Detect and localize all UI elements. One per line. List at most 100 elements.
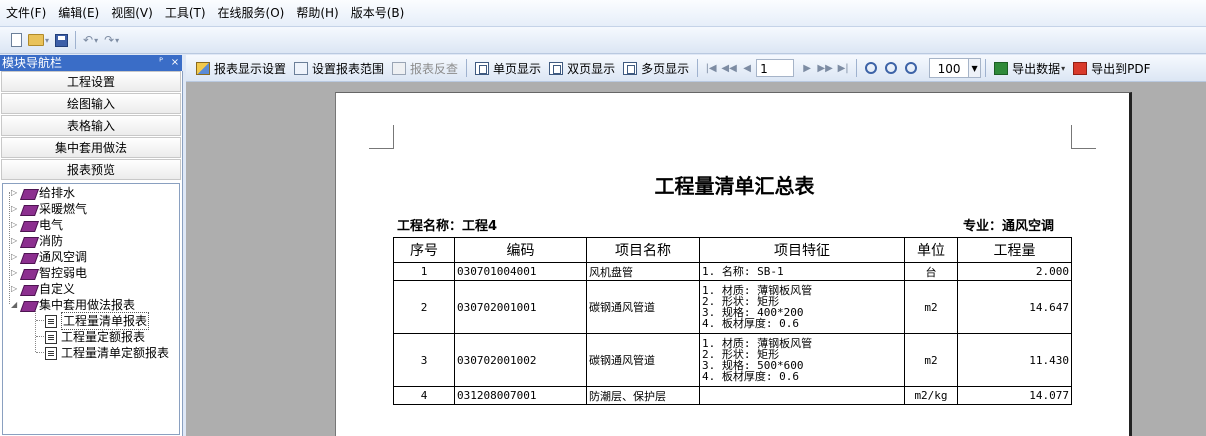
row-code: 030702001002 [454, 333, 587, 387]
column-header-code: 编码 [454, 237, 587, 263]
menu-tools[interactable]: 工具(T) [159, 0, 212, 26]
save-button[interactable] [52, 29, 71, 51]
tree-item-electrical[interactable]: ▷ 电气 [11, 217, 63, 233]
single-page-button[interactable]: 单页显示 [471, 57, 545, 79]
double-page-button[interactable]: 双页显示 [545, 57, 619, 79]
previous-page-fast-icon[interactable]: ◀◀ [720, 63, 738, 74]
toolbar-separator [466, 59, 468, 77]
nav-drawing-input-button[interactable]: 绘图输入 [1, 93, 181, 114]
tree-report-bill-quota-quantities[interactable]: 工程量清单定额报表 [45, 345, 169, 361]
toolbar-separator [985, 59, 987, 77]
tree-report-bill-of-quantities[interactable]: 工程量清单报表 [45, 312, 150, 330]
book-icon [21, 300, 36, 311]
zoom-out-icon[interactable] [885, 62, 898, 74]
tree-item-smart-weak-current[interactable]: ▷ 智控弱电 [11, 265, 87, 281]
book-icon [21, 284, 36, 295]
chevron-down-icon: ▾ [115, 35, 120, 45]
row-no: 3 [393, 333, 455, 387]
book-icon [21, 252, 36, 263]
page-number-input[interactable]: 1 [756, 59, 795, 77]
table-row: 4 031208007001 防潮层、保护层 m2/kg 14.077 [393, 386, 1072, 405]
book-icon [21, 204, 36, 215]
chevron-down-icon: ▾ [45, 35, 50, 45]
tree-item-hvac[interactable]: ▷ 通风空调 [11, 249, 87, 265]
report-tree: ▷ 给排水 ▷ 采暖燃气 ▷ 电气 ▷ 消防 ▷ 通风空调 ▷ 智控弱电 ▷ 自定义 ◢ 集中套… [2, 183, 180, 435]
book-icon [21, 268, 36, 279]
row-no: 1 [393, 262, 455, 281]
report-icon [45, 330, 57, 344]
export-pdf-button[interactable]: 导出到PDF [1069, 57, 1154, 79]
row-item-name: 风机盘管 [586, 262, 700, 281]
book-icon [21, 220, 36, 231]
menu-edit[interactable]: 编辑(E) [52, 0, 105, 26]
chevron-down-icon: ▾ [94, 35, 99, 45]
nav-table-input-button[interactable]: 表格输入 [1, 115, 181, 136]
nav-report-preview-button[interactable]: 报表预览 [1, 159, 181, 180]
redo-button[interactable]: ↷ ▾ [101, 29, 122, 51]
new-file-button[interactable] [8, 29, 25, 51]
nav-project-settings-button[interactable]: 工程设置 [1, 71, 181, 92]
row-quantity: 11.430 [957, 333, 1072, 387]
table-header-row: 序号 编码 项目名称 项目特征 单位 工程量 [393, 237, 1072, 263]
table-row: 1 030701004001 风机盘管 1. 名称: SB-1 台 2.000 [393, 262, 1072, 281]
report-reverse-lookup-button[interactable]: 报表反查 [388, 57, 462, 79]
column-header-item-name: 项目名称 [586, 237, 700, 263]
row-feature: 1. 材质: 薄钢板风管 2. 形状: 矩形 3. 规格: 500*600 4.… [699, 333, 905, 387]
export-data-button[interactable]: 导出数据 ▾ [990, 57, 1069, 79]
report-display-settings-button[interactable]: 报表显示设置 [192, 57, 290, 79]
multi-page-button[interactable]: 多页显示 [619, 57, 693, 79]
margin-mark [1071, 125, 1096, 149]
next-page-icon[interactable]: ▶ [798, 63, 816, 74]
row-code: 030702001001 [454, 280, 587, 334]
column-header-quantity: 工程量 [957, 237, 1072, 263]
tree-item-custom[interactable]: ▷ 自定义 [11, 281, 75, 297]
column-header-unit: 单位 [904, 237, 958, 263]
open-file-button[interactable]: ▾ [25, 29, 52, 51]
row-quantity: 2.000 [957, 262, 1072, 281]
tree-item-fire[interactable]: ▷ 消防 [11, 233, 63, 249]
pin-icon[interactable]: ᴾ [154, 55, 168, 71]
tree-item-batch-method-reports[interactable]: ◢ 集中套用做法报表 [11, 297, 135, 313]
column-header-no: 序号 [393, 237, 455, 263]
close-icon[interactable]: × [168, 55, 182, 71]
row-code: 030701004001 [454, 262, 587, 281]
range-icon [294, 61, 309, 75]
zoom-in-icon[interactable] [865, 62, 878, 74]
discipline: 专业：通风空调 [962, 219, 1054, 234]
zoom-fit-icon[interactable] [905, 62, 918, 74]
zoom-level-input[interactable]: 100 [929, 58, 970, 78]
main-toolbar: ▾ ↶ ▾ ↷ ▾ [0, 27, 1206, 54]
book-icon [21, 236, 36, 247]
previous-page-icon[interactable]: ◀ [738, 63, 756, 74]
first-page-icon[interactable]: |◀ [702, 63, 720, 74]
menu-bar: 文件(F) 编辑(E) 视图(V) 工具(T) 在线服务(O) 帮助(H) 版本… [0, 0, 1206, 27]
row-code: 031208007001 [454, 386, 587, 405]
new-file-icon [11, 33, 22, 47]
multi-page-icon [623, 61, 638, 75]
tree-item-heating-gas[interactable]: ▷ 采暖燃气 [11, 201, 87, 217]
menu-view[interactable]: 视图(V) [105, 0, 159, 26]
set-report-range-button[interactable]: 设置报表范围 [290, 57, 388, 79]
nav-batch-method-button[interactable]: 集中套用做法 [1, 137, 181, 158]
menu-version[interactable]: 版本号(B) [345, 0, 411, 26]
project-name: 工程名称：工程4 [397, 219, 498, 234]
save-icon [55, 33, 69, 47]
tree-report-quota-quantities[interactable]: 工程量定额报表 [45, 329, 145, 345]
last-page-icon[interactable]: ▶| [834, 63, 852, 74]
redo-icon: ↷ [104, 33, 115, 47]
chevron-down-icon[interactable]: ▼ [969, 58, 982, 78]
menu-online-service[interactable]: 在线服务(O) [212, 0, 291, 26]
module-nav-title: 模块导航栏 [2, 56, 63, 70]
double-page-icon [549, 61, 564, 75]
next-page-fast-icon[interactable]: ▶▶ [816, 63, 834, 74]
row-no: 2 [393, 280, 455, 334]
column-header-item-feature: 项目特征 [699, 237, 905, 263]
pdf-icon [1073, 61, 1088, 75]
report-title: 工程量清单汇总表 [654, 174, 815, 198]
tree-item-water[interactable]: ▷ 给排水 [11, 185, 75, 201]
row-unit: m2 [904, 280, 958, 334]
menu-help[interactable]: 帮助(H) [290, 0, 344, 26]
menu-file[interactable]: 文件(F) [0, 0, 52, 26]
undo-button[interactable]: ↶ ▾ [80, 29, 101, 51]
report-toolbar: 报表显示设置 设置报表范围 报表反查 单页显示 双页显示 多页显示 |◀ ◀◀ … [186, 55, 1206, 82]
